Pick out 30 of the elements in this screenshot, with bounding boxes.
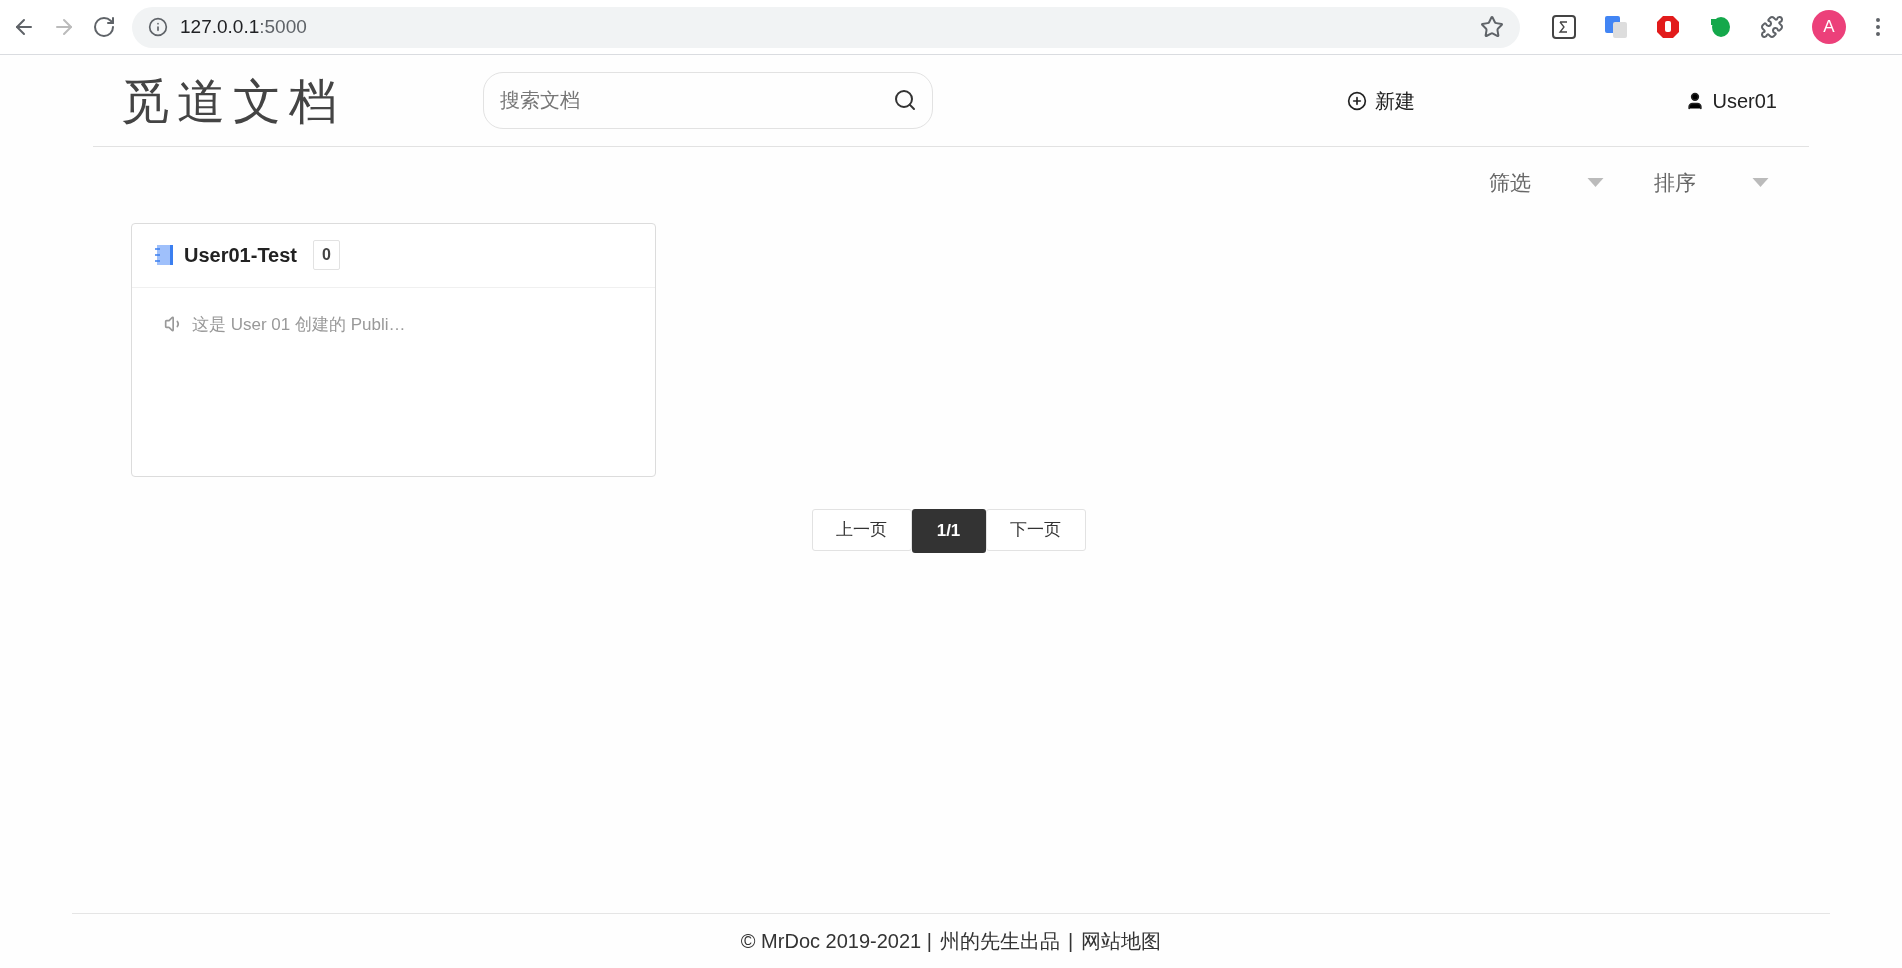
sigma-extension-icon[interactable]	[1552, 15, 1576, 39]
doc-count: 0	[313, 240, 340, 270]
search-icon[interactable]	[893, 88, 917, 112]
user-menu[interactable]: User01	[1684, 85, 1777, 116]
bookmark-star-icon[interactable]	[1480, 15, 1504, 39]
info-icon[interactable]	[148, 17, 168, 37]
extensions-icon[interactable]	[1760, 15, 1784, 39]
profile-avatar[interactable]: A	[1812, 10, 1846, 44]
new-button[interactable]: 新建	[1346, 85, 1415, 116]
pagination-button[interactable]: 下一页	[985, 508, 1086, 551]
caret-icon	[1752, 178, 1769, 188]
copyright-text: © MrDoc 2019-2021 |	[740, 929, 932, 954]
plus-circle-icon	[1346, 90, 1367, 111]
author-link[interactable]: 州的先生出品	[939, 926, 1060, 956]
project-card[interactable]: User01-Test 0 这是 User 01 创建的 Publi…	[131, 222, 656, 477]
caret-icon	[1587, 178, 1604, 188]
site-logo[interactable]: 觅道文档	[121, 64, 371, 137]
pagination-button[interactable]: 1/1	[911, 508, 986, 553]
project-title[interactable]: User01-Test	[184, 240, 298, 270]
address-bar[interactable]: 127.0.0.1:5000	[132, 6, 1520, 48]
url-text: 127.0.0.1:5000	[180, 14, 307, 39]
pagination-button[interactable]: 上一页	[811, 508, 912, 551]
separator-text: |	[1067, 929, 1074, 954]
project-description: 这是 User 01 创建的 Publi…	[192, 313, 406, 336]
sitemap-link[interactable]: 网站地图	[1081, 926, 1162, 956]
dropdown-select[interactable]: 筛选	[1489, 167, 1604, 199]
notebook-icon	[154, 244, 176, 266]
reload-icon[interactable]	[92, 15, 116, 39]
dropdown-select[interactable]: 排序	[1654, 167, 1769, 199]
search-field[interactable]: 搜索文档	[483, 72, 933, 129]
